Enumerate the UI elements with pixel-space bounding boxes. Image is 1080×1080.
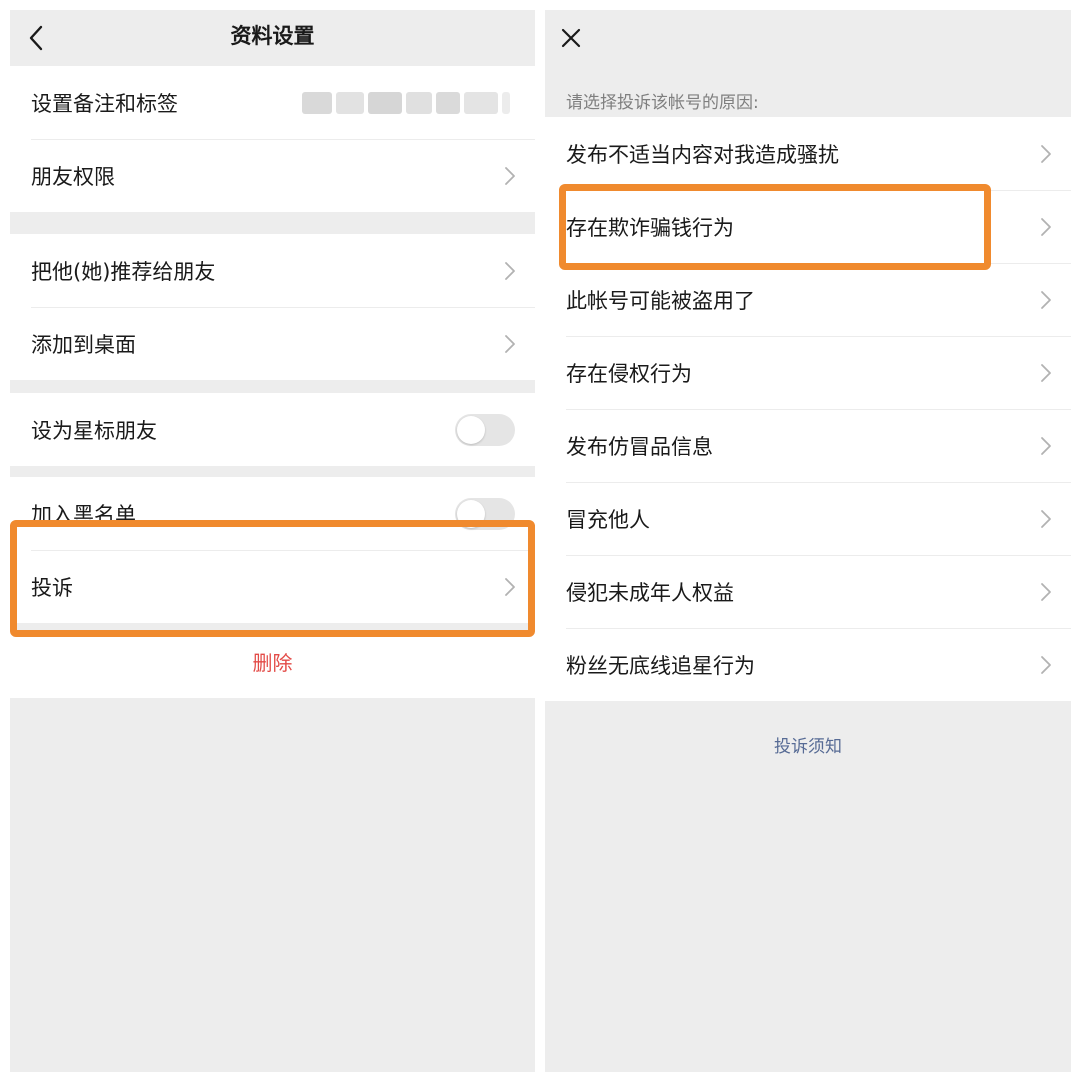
divider [566, 336, 1071, 337]
nav-bar [545, 10, 1071, 66]
friend-permissions-row[interactable]: 朋友权限 [10, 139, 535, 212]
reason-label: 存在欺诈骗钱行为 [566, 215, 734, 240]
page-title: 资料设置 [230, 24, 315, 48]
chevron-right-icon [1041, 144, 1051, 163]
row-label: 把他(她)推荐给朋友 [31, 259, 216, 284]
divider [566, 190, 1071, 191]
divider [566, 482, 1071, 483]
chevron-right-icon [1041, 363, 1051, 382]
divider [566, 263, 1071, 264]
toggle-knob [457, 415, 485, 444]
reason-item[interactable]: 此帐号可能被盗用了 [545, 263, 1071, 336]
report-row[interactable]: 投诉 [10, 550, 535, 623]
row-label: 加入黑名单 [31, 502, 136, 527]
chevron-right-icon [1041, 582, 1051, 601]
reason-label: 侵犯未成年人权益 [566, 580, 734, 605]
reason-item[interactable]: 冒充他人 [545, 482, 1071, 555]
divider [566, 555, 1071, 556]
reason-item[interactable]: 存在侵权行为 [545, 336, 1071, 409]
divider [31, 139, 535, 140]
settings-group-share: 把他(她)推荐给朋友 添加到桌面 [10, 234, 535, 380]
toggle-knob [457, 499, 485, 528]
report-guidelines-link[interactable]: 投诉须知 [545, 732, 1071, 757]
close-icon[interactable] [551, 18, 591, 58]
star-friend-row: 设为星标朋友 [10, 393, 535, 466]
remark-and-tags-row[interactable]: 设置备注和标签 [10, 66, 535, 139]
chevron-right-icon [1041, 655, 1051, 674]
row-label: 设置备注和标签 [31, 91, 178, 116]
reason-label: 发布仿冒品信息 [566, 434, 713, 459]
divider [31, 550, 535, 551]
nav-bar: 资料设置 [10, 10, 535, 66]
blacklist-toggle[interactable] [455, 497, 515, 530]
report-reason-list: 发布不适当内容对我造成骚扰 存在欺诈骗钱行为 此帐号可能被盗用了 存在侵权行为 … [545, 117, 1071, 701]
divider [31, 307, 535, 308]
section-hint: 请选择投诉该帐号的原因: [566, 93, 759, 113]
profile-settings-screen: 资料设置 设置备注和标签 朋友权限 把他(她)推荐给朋友 添加到桌面 设为星标朋… [10, 10, 535, 1072]
settings-group-remark: 设置备注和标签 朋友权限 [10, 66, 535, 212]
chevron-right-icon [1041, 217, 1051, 236]
reason-label: 发布不适当内容对我造成骚扰 [566, 142, 839, 167]
reason-label: 粉丝无底线追星行为 [566, 653, 755, 678]
chevron-right-icon [1041, 509, 1051, 528]
chevron-right-icon [505, 261, 515, 280]
divider [566, 409, 1071, 410]
chevron-right-icon [1041, 290, 1051, 309]
delete-button[interactable]: 删除 [10, 632, 535, 698]
reason-label: 存在侵权行为 [566, 361, 692, 386]
reason-item[interactable]: 侵犯未成年人权益 [545, 555, 1071, 628]
row-label: 投诉 [31, 575, 73, 600]
blacklist-row: 加入黑名单 [10, 477, 535, 550]
reason-item[interactable]: 粉丝无底线追星行为 [545, 628, 1071, 701]
reason-item[interactable]: 发布不适当内容对我造成骚扰 [545, 117, 1071, 190]
divider [566, 628, 1071, 629]
recommend-to-friends-row[interactable]: 把他(她)推荐给朋友 [10, 234, 535, 307]
add-to-desktop-row[interactable]: 添加到桌面 [10, 307, 535, 380]
star-friend-toggle[interactable] [455, 413, 515, 446]
chevron-right-icon [1041, 436, 1051, 455]
reason-item[interactable]: 存在欺诈骗钱行为 [545, 190, 1071, 263]
report-reasons-screen: 请选择投诉该帐号的原因: 发布不适当内容对我造成骚扰 存在欺诈骗钱行为 此帐号可… [545, 10, 1071, 1072]
reason-label: 此帐号可能被盗用了 [566, 288, 755, 313]
reason-label: 冒充他人 [566, 507, 650, 532]
chevron-right-icon [505, 577, 515, 596]
row-label: 设为星标朋友 [31, 418, 157, 443]
chevron-right-icon [505, 334, 515, 353]
remark-value-blurred [302, 92, 512, 114]
settings-group-star: 设为星标朋友 [10, 393, 535, 466]
settings-group-block: 加入黑名单 投诉 [10, 477, 535, 623]
row-label: 添加到桌面 [31, 332, 136, 357]
reason-item[interactable]: 发布仿冒品信息 [545, 409, 1071, 482]
chevron-right-icon [505, 166, 515, 185]
row-label: 朋友权限 [31, 164, 115, 189]
